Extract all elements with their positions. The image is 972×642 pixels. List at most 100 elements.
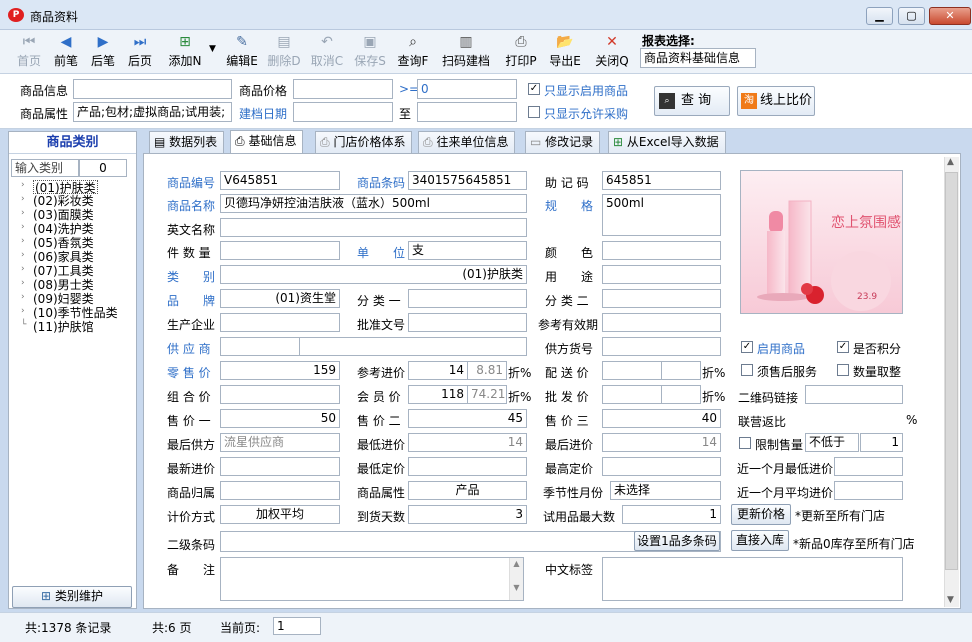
- limit-qty-field[interactable]: 1: [860, 433, 903, 452]
- expand-arrow-icon[interactable]: ›: [21, 306, 29, 316]
- edit-button[interactable]: ✎ 编辑E: [224, 32, 260, 72]
- supplier-item-field[interactable]: [602, 337, 721, 356]
- approval-field[interactable]: [408, 313, 527, 332]
- brand-field[interactable]: (01)资生堂: [220, 289, 340, 308]
- tab-store-price[interactable]: ⎙ 门店价格体系: [315, 131, 413, 153]
- season-field[interactable]: 未选择: [610, 481, 721, 500]
- add-button[interactable]: ⊞ 添加N: [165, 32, 205, 72]
- ref-purchase-field[interactable]: 14: [408, 361, 468, 380]
- category-tree-item[interactable]: (09)妇婴类: [33, 292, 94, 306]
- usage-field[interactable]: [602, 265, 721, 284]
- save-button[interactable]: ▣ 保存S: [352, 32, 388, 72]
- print-button[interactable]: ⎙ 打印P: [503, 32, 539, 72]
- category-maintain-button[interactable]: ⊞ 类别维护: [12, 586, 132, 608]
- min-price-field[interactable]: [408, 457, 527, 476]
- scroll-up-icon[interactable]: ▲: [947, 157, 954, 167]
- expand-arrow-icon[interactable]: ›: [21, 236, 29, 246]
- scroll-down-icon[interactable]: ▼: [947, 595, 954, 605]
- category-tree-item[interactable]: (07)工具类: [33, 264, 94, 278]
- close-button[interactable]: ✕ 关闭Q: [594, 32, 630, 72]
- code-field[interactable]: V645851: [220, 171, 340, 190]
- name-field[interactable]: 贝德玛净妍控油洁肤液（蓝水）500ml: [220, 194, 527, 213]
- retail-field[interactable]: 159: [220, 361, 340, 380]
- date-to-input[interactable]: [417, 102, 517, 122]
- cancel-button[interactable]: ↶ 取消C: [309, 32, 345, 72]
- scan-create-button[interactable]: ▥ 扫码建档: [440, 32, 492, 72]
- category-field[interactable]: (01)护肤类: [220, 265, 527, 284]
- chinese-tag-field[interactable]: [602, 557, 903, 601]
- enabled-checkbox[interactable]: ✓: [741, 341, 753, 353]
- limit-qty-checkbox[interactable]: [739, 437, 751, 449]
- product-info-input[interactable]: [73, 79, 232, 99]
- belong-field[interactable]: [220, 481, 340, 500]
- unit-field[interactable]: 支: [408, 241, 527, 260]
- price2-field[interactable]: 45: [408, 409, 527, 428]
- barcode-field[interactable]: 3401575645851: [408, 171, 527, 190]
- close-window-button[interactable]: ✕: [929, 7, 971, 25]
- count-field[interactable]: [220, 241, 340, 260]
- next-record-button[interactable]: ▶ 后笔: [87, 32, 119, 72]
- tab-import-excel[interactable]: ⊞ 从Excel导入数据: [608, 131, 726, 153]
- price1-field[interactable]: 50: [220, 409, 340, 428]
- first-record-button[interactable]: ⏮ 首页: [12, 32, 46, 72]
- supplier-field[interactable]: [299, 337, 527, 356]
- points-checkbox[interactable]: ✓: [837, 341, 849, 353]
- max-price-field[interactable]: [602, 457, 721, 476]
- qty-round-checkbox[interactable]: [837, 364, 849, 376]
- form-scroll-thumb[interactable]: [945, 172, 958, 570]
- category-tree-item[interactable]: (01)护肤类: [33, 180, 98, 195]
- product-attr-select[interactable]: 产品;包材;虚拟商品;试用装;: [73, 102, 232, 122]
- price3-field[interactable]: 40: [602, 409, 721, 428]
- delivery-discount-field[interactable]: [661, 361, 701, 380]
- expand-arrow-icon[interactable]: ›: [21, 292, 29, 302]
- product-price-input[interactable]: [293, 79, 393, 99]
- member-field[interactable]: 118: [408, 385, 468, 404]
- category-search-input[interactable]: 输入类别: [11, 159, 79, 177]
- category-tree-item[interactable]: (06)家具类: [33, 250, 94, 264]
- pricing-field[interactable]: 加权平均: [220, 505, 340, 524]
- tab-change-log[interactable]: ▭ 修改记录: [525, 131, 601, 153]
- class2-field[interactable]: [602, 289, 721, 308]
- mnemonic-field[interactable]: 645851: [602, 171, 721, 190]
- online-compare-button[interactable]: 淘线上比价: [737, 86, 815, 116]
- delivery-field[interactable]: [602, 361, 662, 380]
- last-page-button[interactable]: ⏭ 后页: [124, 32, 156, 72]
- category-tree-item[interactable]: (05)香氛类: [33, 236, 94, 250]
- not-less-select[interactable]: 不低于: [805, 433, 859, 452]
- validity-field[interactable]: [602, 313, 721, 332]
- category-tree-item[interactable]: (08)男士类: [33, 278, 94, 292]
- expand-arrow-icon[interactable]: ›: [21, 264, 29, 274]
- remark-scrollbar[interactable]: ▲ ▼: [509, 558, 523, 600]
- qr-link-field[interactable]: [805, 385, 903, 404]
- update-price-button[interactable]: 更新价格: [731, 504, 791, 525]
- date-from-input[interactable]: [293, 102, 393, 122]
- expand-arrow-icon[interactable]: ›: [21, 180, 29, 190]
- tab-data-list[interactable]: ▤ 数据列表: [149, 131, 225, 153]
- class1-field[interactable]: [408, 289, 527, 308]
- maximize-button[interactable]: ▢: [898, 7, 925, 25]
- category-tree-item[interactable]: (03)面膜类: [33, 208, 94, 222]
- attr-field[interactable]: 产品: [408, 481, 527, 500]
- category-tree-item[interactable]: (10)季节性品类: [33, 306, 118, 320]
- arrival-field[interactable]: 3: [408, 505, 527, 524]
- add-dropdown-icon[interactable]: ▼: [209, 44, 216, 54]
- maker-field[interactable]: [220, 313, 340, 332]
- member-discount-field[interactable]: 74.21: [467, 385, 507, 404]
- query-big-button[interactable]: ⌕ 查 询: [654, 86, 730, 116]
- after-sale-checkbox[interactable]: [741, 364, 753, 376]
- expand-arrow-icon[interactable]: ›: [21, 222, 29, 232]
- report-select[interactable]: 商品资料基础信息: [640, 48, 756, 68]
- category-tree-item[interactable]: (04)洗护类: [33, 222, 94, 236]
- expand-arrow-icon[interactable]: ›: [21, 250, 29, 260]
- multi-barcode-button[interactable]: 设置1品多条码: [634, 531, 720, 551]
- minimize-button[interactable]: ▁: [866, 7, 893, 25]
- category-tree-item[interactable]: (11)护肤馆: [33, 320, 94, 334]
- remark-field[interactable]: [220, 557, 524, 601]
- supplier-code-field[interactable]: [220, 337, 300, 356]
- price-value-input[interactable]: 0: [417, 79, 517, 99]
- wholesale-discount-field[interactable]: [661, 385, 701, 404]
- english-name-field[interactable]: [220, 218, 527, 237]
- expand-arrow-icon[interactable]: ›: [21, 208, 29, 218]
- trial-field[interactable]: 1: [622, 505, 721, 524]
- combo-field[interactable]: [220, 385, 340, 404]
